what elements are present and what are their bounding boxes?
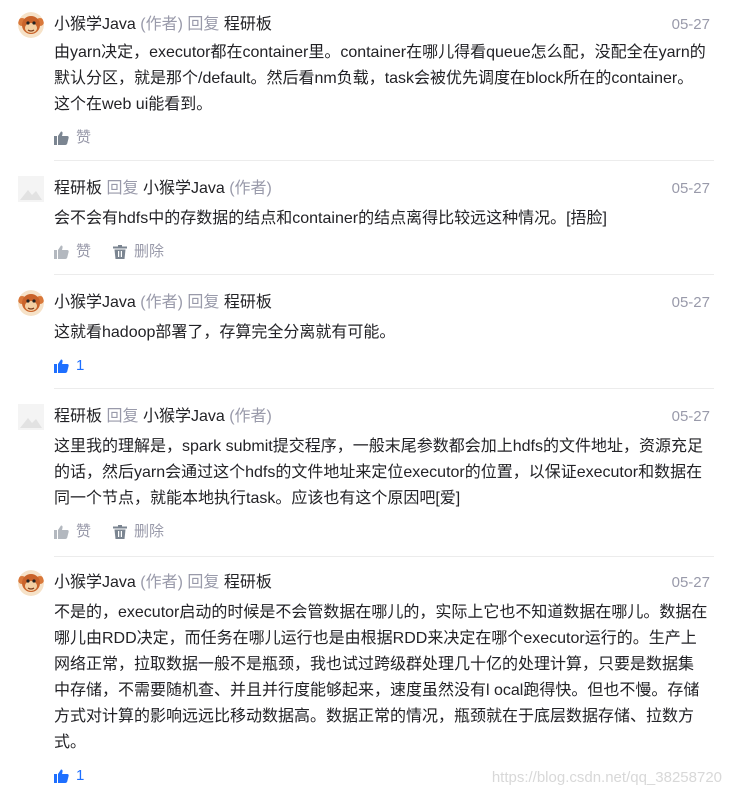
- comment-divider: [54, 274, 714, 275]
- comment-header: 程研板 回复 小猴学Java (作者): [54, 406, 272, 428]
- trash-icon: [113, 245, 128, 259]
- like-count: 1: [76, 767, 85, 784]
- delete-label: 删除: [134, 243, 165, 260]
- comment-header: 程研板 回复 小猴学Java (作者): [54, 178, 272, 200]
- reply-word: 回复: [106, 408, 139, 425]
- comment-date: 05-27: [671, 574, 710, 591]
- comment-divider: [54, 160, 714, 161]
- reply-word: 回复: [187, 574, 220, 591]
- comment-header: 小猴学Java (作者) 回复 程研板: [54, 14, 272, 36]
- comment-actions: 赞 删除: [54, 242, 186, 262]
- reply-word: 回复: [106, 180, 139, 197]
- comment-actions: 赞: [54, 128, 113, 148]
- blank-avatar-icon[interactable]: [18, 176, 44, 202]
- reply-to-name[interactable]: 小猴学Java: [143, 180, 225, 197]
- blank-avatar-icon[interactable]: [18, 404, 44, 430]
- thumbs-up-icon: [54, 245, 69, 259]
- thumbs-up-icon: [54, 359, 69, 373]
- monkey-avatar-icon[interactable]: [18, 12, 44, 38]
- watermark: https://blog.csdn.net/qq_38258720: [491, 769, 722, 786]
- reply-to-name[interactable]: 程研板: [224, 294, 272, 311]
- thumbs-up-icon: [54, 769, 69, 783]
- comment-date: 05-27: [671, 408, 710, 425]
- comment-date: 05-27: [671, 16, 710, 33]
- comment-text: 这里我的理解是，spark submit提交程序，一般末尾参数都会加上hdfs的…: [54, 438, 703, 507]
- author-name[interactable]: 程研板: [54, 180, 102, 197]
- author-name[interactable]: 程研板: [54, 408, 102, 425]
- author-tag: (作者): [140, 294, 183, 311]
- comment-header: 小猴学Java (作者) 回复 程研板: [54, 572, 272, 594]
- author-tag: (作者): [140, 16, 183, 33]
- comment-date: 05-27: [671, 180, 710, 197]
- comment-actions: 1: [54, 356, 106, 376]
- monkey-avatar-icon[interactable]: [18, 570, 44, 596]
- reply-word: 回复: [187, 294, 220, 311]
- comment-text: 会不会有hdfs中的存数据的结点和container的结点离得比较远这种情况。[…: [54, 210, 607, 227]
- reply-to-tag: (作者): [229, 180, 272, 197]
- author-name[interactable]: 小猴学Java: [54, 16, 136, 33]
- comment-actions: 1: [54, 766, 106, 786]
- trash-icon: [113, 525, 128, 539]
- author-name[interactable]: 小猴学Java: [54, 294, 136, 311]
- like-button[interactable]: 1: [54, 356, 84, 376]
- delete-button[interactable]: 删除: [113, 522, 164, 542]
- reply-word: 回复: [187, 16, 220, 33]
- like-label: 赞: [76, 243, 92, 260]
- thumbs-up-icon: [54, 525, 69, 539]
- comment-text: 这就看hadoop部署了，存算完全分离就有可能。: [54, 324, 396, 341]
- comment-text: 由yarn决定，executor都在container里。container在哪…: [54, 44, 706, 113]
- delete-label: 删除: [134, 523, 165, 540]
- like-label: 赞: [76, 129, 92, 146]
- comment-date: 05-27: [671, 294, 710, 311]
- reply-to-name[interactable]: 程研板: [224, 574, 272, 591]
- comment-divider: [54, 556, 714, 557]
- reply-to-name[interactable]: 小猴学Java: [143, 408, 225, 425]
- like-button[interactable]: 1: [54, 766, 84, 786]
- like-count: 1: [76, 357, 85, 374]
- like-button[interactable]: 赞: [54, 522, 91, 542]
- reply-to-name[interactable]: 程研板: [224, 16, 272, 33]
- thumbs-up-icon: [54, 131, 69, 145]
- comment-actions: 赞 删除: [54, 522, 186, 542]
- comment-divider: [54, 388, 714, 389]
- reply-to-tag: (作者): [229, 408, 272, 425]
- like-button[interactable]: 赞: [54, 242, 91, 262]
- comment-header: 小猴学Java (作者) 回复 程研板: [54, 292, 272, 314]
- like-button[interactable]: 赞: [54, 128, 91, 148]
- like-label: 赞: [76, 523, 92, 540]
- comment-text: 不是的，executor启动的时候是不会管数据在哪儿的，实际上它也不知道数据在哪…: [54, 604, 708, 751]
- monkey-avatar-icon[interactable]: [18, 290, 44, 316]
- delete-button[interactable]: 删除: [113, 242, 164, 262]
- author-tag: (作者): [140, 574, 183, 591]
- author-name[interactable]: 小猴学Java: [54, 574, 136, 591]
